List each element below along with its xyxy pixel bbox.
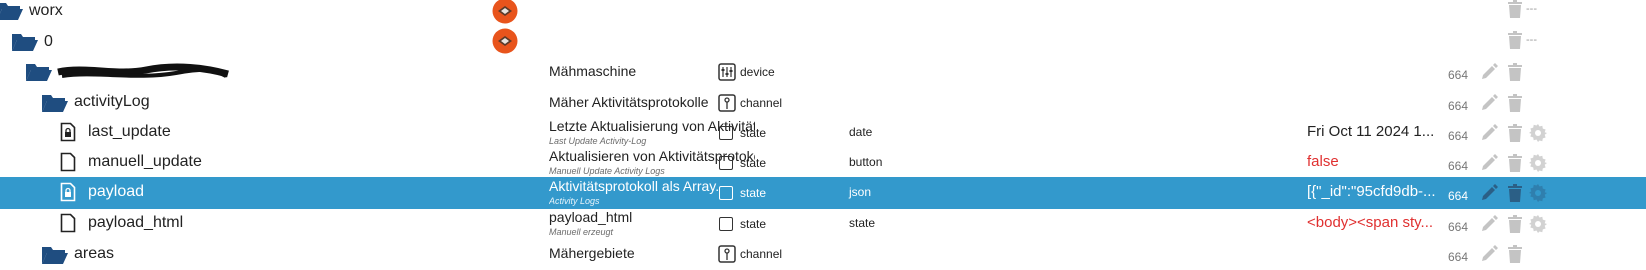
object-value[interactable]: false — [1307, 153, 1447, 171]
folder-open-icon — [42, 95, 68, 112]
pencil-icon[interactable] — [1479, 153, 1499, 173]
pencil-icon[interactable] — [1479, 62, 1499, 82]
trash-icon[interactable] — [1505, 30, 1525, 50]
description-text: Mähergebiete — [549, 245, 635, 261]
acl-placeholder: --- — [1526, 3, 1537, 15]
file-icon — [60, 213, 76, 233]
description-text: Mäher Aktivitätsprotokolle — [549, 94, 709, 110]
acl-value: 664 — [1448, 220, 1469, 234]
description-text: Aktivitätsprotokoll als Array. — [549, 178, 720, 194]
object-type: device — [740, 65, 775, 79]
acl-value: 664 — [1448, 129, 1469, 143]
pencil-icon[interactable] — [1479, 244, 1499, 264]
gear-icon[interactable] — [1528, 183, 1548, 203]
folder-open-icon — [26, 64, 52, 81]
trash-icon[interactable] — [1505, 62, 1525, 82]
pencil-icon[interactable] — [1479, 123, 1499, 143]
pencil-icon[interactable] — [1479, 93, 1499, 113]
tree-row-device[interactable]: Mähmaschine device 664 — [0, 56, 1646, 88]
object-role: state — [849, 216, 876, 230]
description-text: payload_html — [549, 209, 633, 225]
tree-row-instance[interactable]: 0 --- — [0, 25, 1646, 57]
object-name: worx — [29, 2, 63, 19]
acl-value: 664 — [1448, 68, 1469, 82]
trash-icon[interactable] — [1505, 153, 1525, 173]
trash-icon[interactable] — [1505, 93, 1525, 113]
file-icon — [60, 152, 76, 172]
acl-value: 664 — [1448, 99, 1469, 113]
trash-icon[interactable] — [1505, 0, 1525, 19]
folder-open-icon — [42, 247, 68, 264]
object-type: state — [740, 126, 767, 140]
device-icon — [718, 63, 736, 81]
object-value[interactable]: <body><span sty... — [1307, 214, 1447, 232]
trash-icon[interactable] — [1505, 214, 1525, 234]
acl-value: 664 — [1448, 159, 1469, 173]
folder-open-icon — [0, 3, 23, 20]
state-icon — [719, 217, 733, 231]
object-name: activityLog — [74, 93, 150, 110]
trash-icon[interactable] — [1505, 183, 1525, 203]
object-type: state — [740, 217, 767, 231]
pencil-icon[interactable] — [1479, 214, 1499, 234]
object-type: channel — [740, 96, 783, 110]
object-type: channel — [740, 247, 783, 261]
object-tree: worx --- 0 --- Mähmaschine device 664 ac… — [0, 0, 1646, 270]
state-icon — [719, 126, 733, 140]
worx-adapter-icon — [492, 28, 518, 54]
object-name: areas — [74, 245, 115, 262]
object-type: state — [740, 156, 767, 170]
description-subtext: Manuell Update Activity Logs — [549, 166, 665, 176]
object-value[interactable]: [{"_id":"95cfd9db-... — [1307, 183, 1447, 201]
gear-icon[interactable] — [1528, 214, 1548, 234]
tree-row-payload[interactable]: payload Aktivitätsprotokoll als Array. A… — [0, 177, 1646, 209]
tree-row-activitylog[interactable]: activityLog Mäher Aktivitätsprotokolle c… — [0, 87, 1646, 119]
state-icon — [719, 186, 733, 200]
object-value[interactable]: Fri Oct 11 2024 1... — [1307, 123, 1447, 141]
gear-icon[interactable] — [1528, 153, 1548, 173]
description-subtext: Last Update Activity-Log — [549, 136, 647, 146]
trash-icon[interactable] — [1505, 244, 1525, 264]
channel-icon — [718, 94, 736, 112]
object-type: state — [740, 186, 767, 200]
description-subtext: Activity Logs — [549, 196, 600, 206]
acl-value: 664 — [1448, 189, 1469, 203]
trash-icon[interactable] — [1505, 123, 1525, 143]
object-name: 0 — [44, 33, 53, 50]
gear-icon[interactable] — [1528, 123, 1548, 143]
tree-row-manuell-update[interactable]: manuell_update Aktualisieren von Aktivit… — [0, 147, 1646, 179]
object-name: payload — [88, 183, 145, 200]
description-subtext: Manuell erzeugt — [549, 227, 614, 237]
acl-value: 664 — [1448, 250, 1469, 264]
pencil-icon[interactable] — [1479, 183, 1499, 203]
redacted-name-scribble — [57, 63, 229, 78]
tree-row-worx[interactable]: worx --- — [0, 0, 1646, 26]
description-text: Mähmaschine — [549, 63, 637, 79]
object-role: date — [849, 125, 873, 139]
object-name: last_update — [88, 123, 171, 140]
acl-placeholder: --- — [1526, 34, 1537, 46]
channel-icon — [718, 245, 736, 263]
object-role: json — [849, 185, 872, 199]
state-icon — [719, 156, 733, 170]
folder-open-icon — [12, 34, 38, 51]
tree-row-last-update[interactable]: last_update Letzte Aktualisierung von Ak… — [0, 117, 1646, 149]
worx-adapter-icon — [492, 0, 518, 24]
file-lock-icon — [60, 182, 76, 202]
tree-row-payload-html[interactable]: payload_html payload_html Manuell erzeug… — [0, 208, 1646, 240]
object-name: payload_html — [88, 214, 184, 231]
object-role: button — [849, 155, 883, 169]
object-name: manuell_update — [88, 153, 202, 170]
tree-row-areas[interactable]: areas Mähergebiete channel 664 — [0, 238, 1646, 270]
file-lock-icon — [60, 122, 76, 142]
